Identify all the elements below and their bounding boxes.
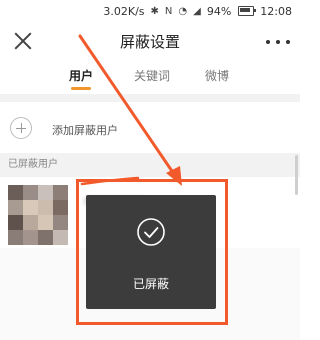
wifi-icon: ◔ xyxy=(178,5,188,17)
scrollbar[interactable] xyxy=(295,155,298,195)
add-blocked-user-label: 添加屏蔽用户 xyxy=(52,124,118,137)
network-speed: 3.02K/s xyxy=(103,4,145,18)
more-icon[interactable] xyxy=(266,38,290,46)
signal-icon: ◢ xyxy=(193,5,201,17)
add-blocked-user-button[interactable]: 添加屏蔽用户 xyxy=(0,102,300,152)
clock: 12:08 xyxy=(260,4,292,18)
annotation-highlight-box xyxy=(76,179,228,325)
tab-bar: 用户 关键词 微博 xyxy=(0,64,300,92)
page-title: 屏蔽设置 xyxy=(119,33,180,51)
battery-icon xyxy=(238,6,257,16)
tab-keywords[interactable]: 关键词 xyxy=(122,67,182,84)
plus-circle-icon xyxy=(10,117,32,139)
header: 屏蔽设置 xyxy=(0,22,300,64)
tab-weibo[interactable]: 微博 xyxy=(187,67,247,84)
section-header-blocked-users: 已屏蔽用户 xyxy=(0,153,300,177)
tab-users[interactable]: 用户 xyxy=(51,67,111,84)
battery-percent: 94% xyxy=(206,4,232,18)
active-tab-indicator xyxy=(71,87,91,90)
nfc-icon: N xyxy=(164,5,173,17)
status-bar: 3.02K/s ✱ N ◔ ◢ 94% 12:08 xyxy=(0,0,300,22)
avatar xyxy=(8,185,68,245)
bluetooth-icon: ✱ xyxy=(150,5,159,17)
divider-band xyxy=(0,94,300,102)
